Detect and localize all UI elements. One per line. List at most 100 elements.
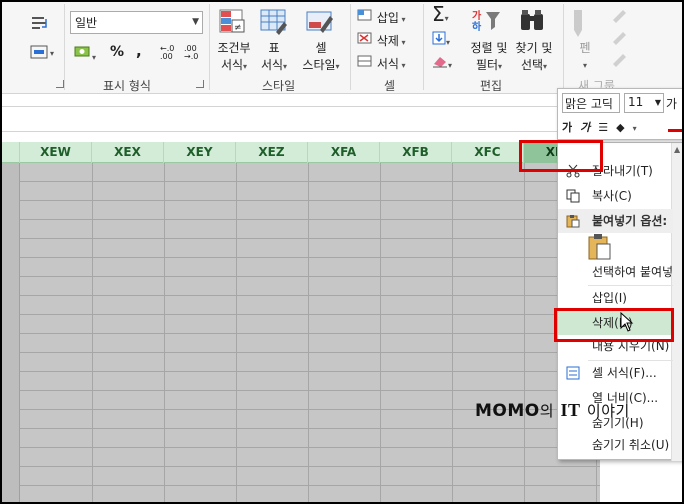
fill-color-icon[interactable]: ◆ <box>616 121 624 134</box>
number-format-dropdown[interactable]: 일반 ▼ <box>70 11 203 34</box>
column-header-xfc[interactable]: XFC <box>452 142 524 163</box>
conditional-formatting-button[interactable]: 조건부 서식▾ <box>214 40 254 75</box>
conditional-formatting-icon: ≠ <box>218 8 248 39</box>
watermark-story: 이야기 <box>586 402 630 420</box>
column-header-xez[interactable]: XEZ <box>236 142 308 163</box>
group-separator <box>64 4 65 90</box>
format-as-table-icon <box>260 8 290 39</box>
chevron-down-icon: ▼ <box>192 17 199 27</box>
format-cells-label: 서식 <box>376 57 399 71</box>
mini-font-name[interactable]: 맑은 고딕 <box>562 93 620 113</box>
cell-styles-label1: 셀 <box>315 41 327 55</box>
clipboard-icon <box>588 234 611 260</box>
merge-center-icon[interactable]: ▾ <box>30 44 58 63</box>
format-cells-button[interactable]: 서식 ▾ <box>357 54 405 72</box>
mini-toolbar: 맑은 고딕 11 ▼ 가 가 가 ☰ ◆ ▾ <box>557 88 684 140</box>
menu-item-copy[interactable]: 복사(C) <box>558 184 673 208</box>
pen-button[interactable]: 펜 ▾ <box>572 40 598 74</box>
eraser-icon <box>433 57 447 68</box>
pen-icon <box>568 8 588 41</box>
highlight-xfd-column <box>519 140 603 172</box>
currency-icon <box>74 46 90 57</box>
menu-item-format-cells[interactable]: 셀 서식(F)... <box>558 361 673 385</box>
conditional-formatting-label1: 조건부 <box>217 41 251 55</box>
mini-toolbar-row2: 가 가 ☰ ◆ ▾ <box>562 119 637 135</box>
comma-style-button[interactable]: , <box>136 42 142 60</box>
sort-filter-button[interactable]: 정렬 및 필터▾ <box>464 40 514 75</box>
currency-format-button[interactable]: ▾ <box>74 44 96 63</box>
sort-filter-label2: 필터 <box>475 58 499 72</box>
menu-item-insert[interactable]: 삽입(I) <box>558 286 673 310</box>
italic-button[interactable]: 가 <box>580 119 590 135</box>
increase-decimal-button[interactable]: ←.0.00 <box>160 45 178 61</box>
wrap-text-icon[interactable] <box>30 14 50 35</box>
copy-icon <box>566 189 580 203</box>
svg-text:하: 하 <box>472 20 482 33</box>
grow-font-button[interactable]: 가 <box>666 95 677 112</box>
find-select-button[interactable]: 찾기 및 선택▾ <box>510 40 558 75</box>
svg-text:가: 가 <box>472 9 482 22</box>
sort-filter-icon: 가하 <box>472 8 502 37</box>
decrease-decimal-button[interactable]: .00 →.0 <box>184 45 202 61</box>
svg-text:▾: ▾ <box>50 49 54 58</box>
group-separator <box>209 4 210 90</box>
pen-label: 펜 <box>579 41 591 55</box>
menu-item-unhide-label: 숨기기 취소(U) <box>592 438 670 452</box>
bold-button[interactable]: 가 <box>562 119 572 135</box>
find-select-label2: 선택 <box>520 58 544 72</box>
column-header-xfb[interactable]: XFB <box>380 142 452 163</box>
watermark-brand: MOMO <box>475 401 540 421</box>
column-header-partial[interactable] <box>0 142 20 163</box>
paste-options-header: 붙여넣기 옵션: <box>558 209 673 233</box>
menu-item-unhide[interactable]: 숨기기 취소(U) <box>558 433 673 457</box>
fill-button[interactable]: ▾ <box>432 31 450 48</box>
sigma-icon: Σ <box>432 2 445 26</box>
menu-item-insert-label: 삽입(I) <box>592 291 627 305</box>
watermark-particle: 의 <box>539 402 555 420</box>
alignment-dialog-launcher[interactable] <box>56 80 64 88</box>
editing-group-label: 편집 <box>480 79 503 93</box>
paste-option-button[interactable] <box>586 231 612 261</box>
format-cells-icon <box>357 55 372 67</box>
chevron-down-icon: ▼ <box>654 98 661 107</box>
cell-styles-icon <box>306 8 336 39</box>
menu-item-copy-label: 복사(C) <box>592 189 632 203</box>
chevron-up-icon: ▲ <box>674 145 681 154</box>
align-center-icon[interactable]: ☰ <box>598 121 608 134</box>
paste-options-label: 붙여넣기 옵션: <box>592 214 668 228</box>
mini-font-size[interactable]: 11 ▼ <box>624 93 664 113</box>
menu-item-paste-special-label: 선택하여 붙여넣기... <box>592 265 673 279</box>
styles-group-label: 스타일 <box>262 79 296 93</box>
delete-cells-button[interactable]: 삭제 ▾ <box>357 31 405 49</box>
watermark: MOMO의 IT 이야기 <box>475 400 630 421</box>
autosum-button[interactable]: Σ▾ <box>432 4 449 29</box>
column-header-xey[interactable]: XEY <box>164 142 236 163</box>
format-as-table-button[interactable]: 표 서식▾ <box>254 40 294 75</box>
partial-column[interactable] <box>0 163 20 504</box>
insert-cells-icon <box>357 9 372 21</box>
conditional-formatting-label2: 서식 <box>220 58 244 72</box>
highlight-delete-item <box>554 308 674 342</box>
number-dialog-launcher[interactable] <box>196 80 204 88</box>
percent-style-button[interactable]: % <box>110 44 124 60</box>
insert-cells-button[interactable]: 삽입 ▾ <box>357 8 405 26</box>
format-cells-icon <box>566 366 580 380</box>
clear-button[interactable]: ▾ <box>432 54 452 71</box>
cell-styles-button[interactable]: 셀 스타일▾ <box>296 40 346 75</box>
group-separator <box>350 4 351 90</box>
format-as-table-label2: 서식 <box>260 58 284 72</box>
column-header-xfa[interactable]: XFA <box>308 142 380 163</box>
number-group-label: 표시 형식 <box>103 79 151 93</box>
ink-pencil-icon <box>610 6 628 75</box>
paste-icon <box>566 215 580 228</box>
format-as-table-label1: 표 <box>268 41 280 55</box>
group-separator <box>423 4 424 90</box>
find-select-label1: 찾기 및 <box>515 41 553 55</box>
column-header-xew[interactable]: XEW <box>20 142 92 163</box>
cells-group-label: 셀 <box>384 79 396 93</box>
fill-down-icon <box>432 31 446 45</box>
worksheet-grid[interactable] <box>0 163 600 504</box>
column-header-xex[interactable]: XEX <box>92 142 164 163</box>
number-format-value: 일반 <box>75 16 98 30</box>
menu-item-paste-special[interactable]: 선택하여 붙여넣기... <box>558 260 673 284</box>
